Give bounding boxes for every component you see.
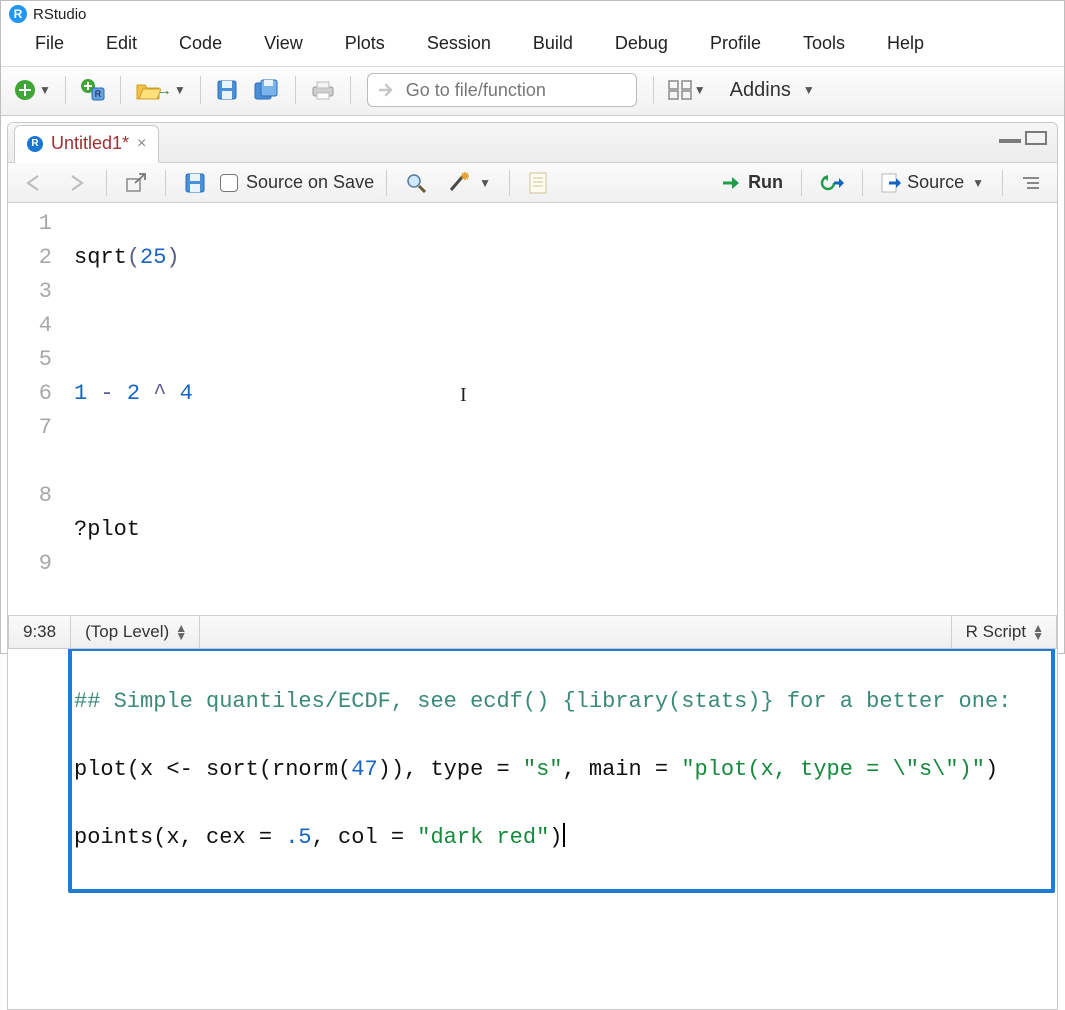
separator bbox=[200, 76, 201, 104]
separator bbox=[120, 76, 121, 104]
r-file-icon: R bbox=[27, 136, 43, 152]
report-button[interactable] bbox=[522, 169, 554, 197]
chevron-down-icon: ▼ bbox=[801, 83, 815, 97]
menu-session[interactable]: Session bbox=[427, 33, 491, 54]
run-label: Run bbox=[748, 172, 783, 193]
show-in-new-window-button[interactable] bbox=[119, 169, 153, 197]
goto-placeholder: Go to file/function bbox=[406, 80, 546, 101]
chevron-down-icon: ▼ bbox=[172, 83, 186, 97]
separator bbox=[509, 170, 510, 196]
separator bbox=[801, 170, 802, 196]
selection-box: ## Simple quantiles/ECDF, see ecdf() {li… bbox=[68, 647, 1055, 893]
nav-back-button[interactable] bbox=[18, 169, 52, 197]
open-file-button[interactable]: → ▼ bbox=[131, 75, 190, 105]
menu-view[interactable]: View bbox=[264, 33, 303, 54]
menu-edit[interactable]: Edit bbox=[106, 33, 137, 54]
separator bbox=[1002, 170, 1003, 196]
chevron-down-icon: ▼ bbox=[37, 83, 51, 97]
close-icon[interactable]: × bbox=[137, 135, 146, 153]
separator bbox=[862, 170, 863, 196]
app-logo: R bbox=[9, 5, 27, 23]
menu-help[interactable]: Help bbox=[887, 33, 924, 54]
source-label: Source bbox=[907, 172, 964, 193]
source-button[interactable]: Source ▼ bbox=[875, 169, 990, 197]
updown-icon: ▲▼ bbox=[1032, 624, 1042, 640]
addins-label: Addins bbox=[730, 79, 791, 102]
new-file-button[interactable]: ▼ bbox=[9, 75, 55, 105]
separator bbox=[386, 170, 387, 196]
tabstrip: R Untitled1* × bbox=[8, 123, 1057, 163]
separator bbox=[65, 76, 66, 104]
tab-name: Untitled1* bbox=[51, 133, 129, 154]
separator bbox=[295, 76, 296, 104]
save-button[interactable] bbox=[211, 75, 243, 105]
new-project-button[interactable]: R bbox=[76, 75, 110, 105]
editor-toolbar: Source on Save ▼ Run Source ▼ bbox=[8, 163, 1057, 203]
code-editor[interactable]: 1 2 3 4 5 6 7 8 9 sqrt(25) 1 - 2 ^ 4 ?pl… bbox=[8, 203, 1057, 1009]
chevron-down-icon: ▼ bbox=[692, 83, 706, 97]
menubar: File Edit Code View Plots Session Build … bbox=[1, 25, 1064, 66]
separator bbox=[653, 76, 654, 104]
status-bar: 9:38 (Top Level) ▲▼ R Script ▲▼ bbox=[8, 615, 1057, 649]
menu-code[interactable]: Code bbox=[179, 33, 222, 54]
run-button[interactable]: Run bbox=[716, 169, 789, 197]
menu-file[interactable]: File bbox=[35, 33, 64, 54]
source-on-save-checkbox[interactable] bbox=[220, 174, 238, 192]
print-button[interactable] bbox=[306, 75, 340, 105]
gutter: 1 2 3 4 5 6 7 8 9 bbox=[8, 203, 66, 1009]
chevron-down-icon: ▼ bbox=[477, 176, 491, 190]
source-pane: R Untitled1* × Source on Save bbox=[7, 122, 1058, 1010]
chevron-down-icon: ▼ bbox=[970, 176, 984, 190]
updown-icon: ▲▼ bbox=[175, 624, 185, 640]
menu-tools[interactable]: Tools bbox=[803, 33, 845, 54]
tab-untitled1[interactable]: R Untitled1* × bbox=[14, 125, 159, 163]
cursor-position[interactable]: 9:38 bbox=[9, 616, 71, 648]
source-on-save-label: Source on Save bbox=[246, 172, 374, 193]
goto-arrow-icon bbox=[378, 81, 396, 99]
separator bbox=[350, 76, 351, 104]
menu-plots[interactable]: Plots bbox=[345, 33, 385, 54]
save-all-button[interactable] bbox=[249, 75, 285, 105]
addins-button[interactable]: Addins ▼ bbox=[730, 79, 815, 102]
minimize-pane-icon[interactable] bbox=[999, 133, 1021, 143]
separator bbox=[106, 170, 107, 196]
outline-button[interactable] bbox=[1015, 169, 1047, 197]
language-selector[interactable]: R Script ▲▼ bbox=[951, 616, 1056, 648]
goto-file-input[interactable]: Go to file/function bbox=[367, 73, 637, 107]
app-title: RStudio bbox=[33, 6, 86, 23]
main-toolbar: ▼ R → ▼ Go to file/function ▼ Addins ▼ bbox=[1, 66, 1064, 116]
separator bbox=[165, 170, 166, 196]
find-button[interactable] bbox=[399, 169, 433, 197]
maximize-pane-icon[interactable] bbox=[1025, 131, 1047, 145]
svg-text:R: R bbox=[95, 89, 102, 99]
scope-selector[interactable]: (Top Level) ▲▼ bbox=[71, 616, 200, 648]
rerun-button[interactable] bbox=[814, 169, 850, 197]
menu-build[interactable]: Build bbox=[533, 33, 573, 54]
code-tools-button[interactable]: ▼ bbox=[441, 169, 497, 197]
menu-debug[interactable]: Debug bbox=[615, 33, 668, 54]
panes-button[interactable]: ▼ bbox=[664, 75, 710, 105]
save-file-button[interactable] bbox=[178, 169, 212, 197]
menu-profile[interactable]: Profile bbox=[710, 33, 761, 54]
code-content[interactable]: sqrt(25) 1 - 2 ^ 4 ?plot ## Simple quant… bbox=[66, 203, 1057, 1009]
nav-forward-button[interactable] bbox=[60, 169, 94, 197]
titlebar: R RStudio bbox=[1, 1, 1064, 25]
text-caret bbox=[563, 823, 565, 847]
